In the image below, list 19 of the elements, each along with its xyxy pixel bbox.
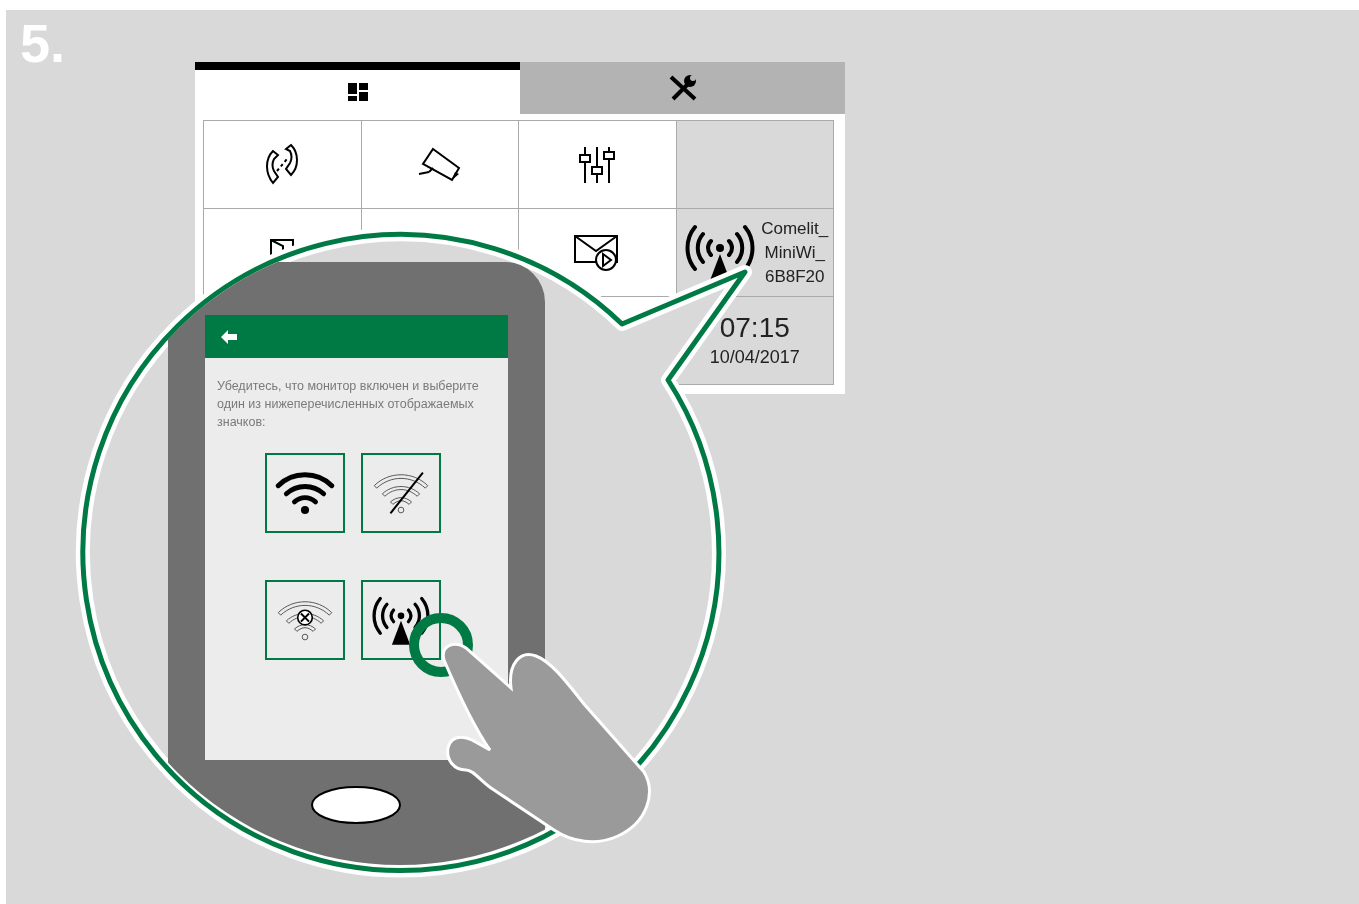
network-name-line: MiniWi_ — [764, 241, 825, 264]
clock-date: 10/04/2017 — [709, 345, 800, 369]
tile[interactable] — [361, 121, 518, 208]
instruction-text: Убедитесь, что монитор включен и выберите один из нижеперечисленных отображаемых значков: — [216, 378, 480, 431]
envelope-play-icon — [574, 234, 621, 271]
grid-icon — [347, 83, 368, 101]
wifi-icon — [275, 469, 335, 517]
tile[interactable] — [204, 121, 361, 208]
tile[interactable]: Comelit_ MiniWi_ 6B8F20 — [676, 209, 833, 296]
sliders-icon — [577, 144, 618, 185]
clock-time: 07:15 — [719, 311, 790, 344]
network-name-line: Comelit_ — [761, 217, 829, 240]
tools-icon — [667, 74, 698, 102]
icon-option[interactable] — [361, 580, 441, 660]
tile[interactable] — [519, 121, 676, 208]
back-arrow-icon[interactable] — [221, 329, 237, 344]
network-name-line: 6B8F20 — [764, 265, 825, 288]
icon-option[interactable] — [265, 453, 345, 533]
camera-icon — [416, 145, 463, 184]
